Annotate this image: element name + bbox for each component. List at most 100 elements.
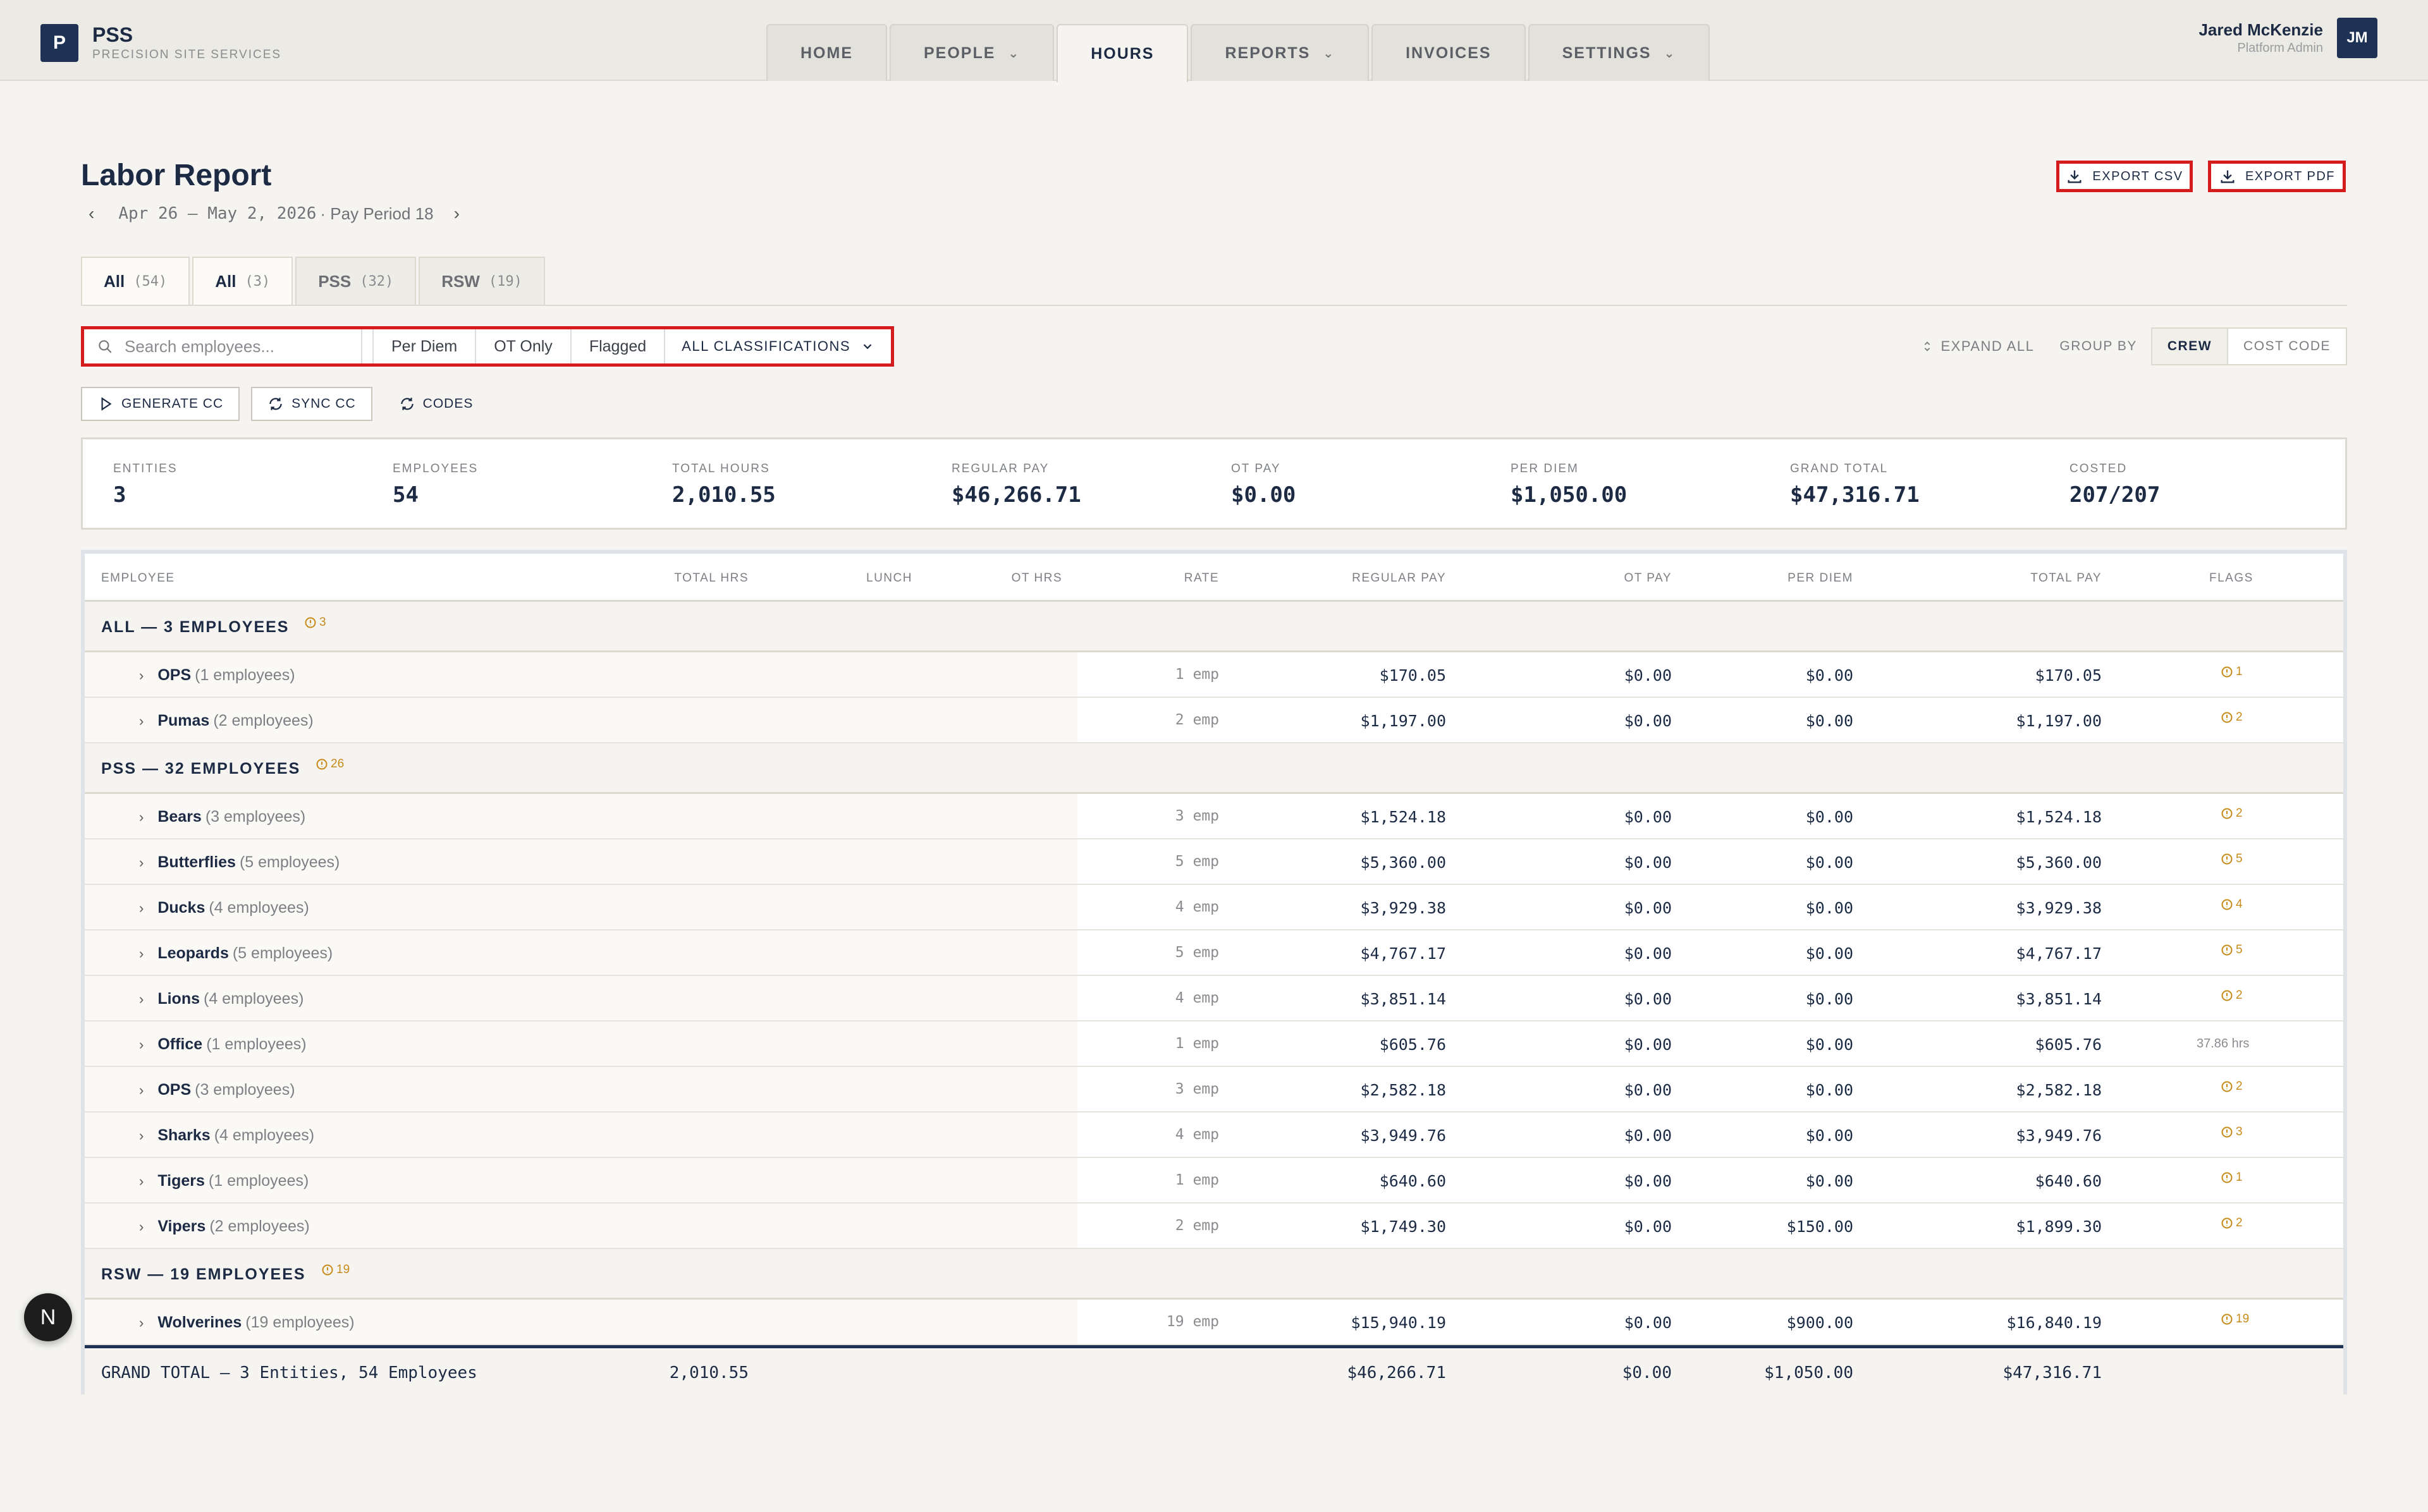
crew-row[interactable]: › Bears (3 employees) 3 emp $1,524.18 $0.00 $0… bbox=[85, 794, 2343, 839]
dev-badge[interactable]: N bbox=[24, 1293, 72, 1341]
chevron-right-icon[interactable]: › bbox=[139, 713, 144, 729]
crew-row[interactable]: › Pumas (2 employees) 2 emp $1,197.00 $0.00 $0… bbox=[85, 698, 2343, 743]
nav-tab-reports[interactable]: REPORTS ⌄ bbox=[1191, 24, 1370, 81]
column-header-ot-hrs[interactable]: OT HRS bbox=[1012, 571, 1062, 585]
entity-tab-all[interactable]: All (54) bbox=[81, 257, 190, 305]
group-row[interactable]: PSS — 32 EMPLOYEES 26 bbox=[85, 743, 2343, 794]
regular-pay-cell: $605.76 bbox=[1379, 1035, 1446, 1054]
entity-tab-rsw[interactable]: RSW (19) bbox=[419, 257, 545, 305]
prev-period-button[interactable]: ‹ bbox=[89, 204, 94, 224]
crew-row[interactable]: › Tigers (1 employees) 1 emp $640.60 $0.00 $0.… bbox=[85, 1158, 2343, 1204]
flag-badge[interactable]: 1 bbox=[2221, 1171, 2243, 1185]
crew-row[interactable]: › Leopards (5 employees) 5 emp $4,767.17 $0.0… bbox=[85, 930, 2343, 976]
column-header-rate[interactable]: RATE bbox=[1184, 571, 1219, 585]
group-by-crew[interactable]: CREW bbox=[2152, 329, 2229, 364]
search-input[interactable]: Search employees... bbox=[84, 329, 362, 363]
total-pay-cell: $3,929.38 bbox=[2016, 899, 2102, 917]
nav-tab-invoices[interactable]: INVOICES bbox=[1371, 24, 1526, 81]
export-pdf-button[interactable]: EXPORT PDF bbox=[2208, 161, 2346, 192]
crew-row[interactable]: › OPS (3 employees) 3 emp $2,582.18 $0.00 $0.0… bbox=[85, 1067, 2343, 1113]
expand-all-button[interactable]: EXPAND ALL bbox=[1920, 338, 2034, 355]
expand-icon bbox=[1925, 341, 1930, 351]
avatar[interactable]: JM bbox=[2337, 18, 2377, 58]
crew-row[interactable]: › Ducks (4 employees) 4 emp $3,929.38 $0.00 $0… bbox=[85, 885, 2343, 930]
chevron-right-icon[interactable]: › bbox=[139, 991, 144, 1008]
ot-only-filter[interactable]: OT Only bbox=[476, 329, 572, 363]
per-diem-cell: $0.00 bbox=[1805, 1126, 1853, 1145]
crew-row[interactable]: › Wolverines (19 employees) 19 emp $15,940.1… bbox=[85, 1300, 2343, 1345]
crew-row[interactable]: › OPS (1 employees) 1 emp $170.05 $0.00 $0.00 $… bbox=[85, 652, 2343, 698]
codes-button[interactable]: CODES bbox=[384, 387, 489, 421]
chevron-right-icon[interactable]: › bbox=[139, 946, 144, 962]
next-period-button[interactable]: › bbox=[454, 204, 460, 224]
classification-select[interactable]: ALL CLASSIFICATIONS bbox=[665, 329, 891, 363]
view-tools: EXPAND ALL GROUP BY CREW COST CODE bbox=[1920, 327, 2347, 365]
per-diem-cell: $0.00 bbox=[1805, 853, 1853, 872]
per-diem-filter[interactable]: Per Diem bbox=[372, 329, 477, 363]
column-header-regular-pay[interactable]: REGULAR PAY bbox=[1352, 571, 1446, 585]
flag-badge[interactable]: 2 bbox=[2221, 1080, 2243, 1094]
grand-total-pay: $47,316.71 bbox=[2002, 1363, 2102, 1382]
group-by-toggle: CREW COST CODE bbox=[2150, 327, 2347, 365]
nav-tab-people[interactable]: PEOPLE ⌄ bbox=[890, 24, 1055, 81]
brand[interactable]: P PSS PRECISION SITE SERVICES bbox=[40, 23, 281, 63]
crew-row[interactable]: › Vipers (2 employees) 2 emp $1,749.30 $0.00 $… bbox=[85, 1204, 2343, 1249]
chevron-right-icon[interactable]: › bbox=[139, 1128, 144, 1144]
entity-tab-pss[interactable]: PSS (32) bbox=[295, 257, 417, 305]
user-menu[interactable]: Jared McKenzie Platform Admin JM bbox=[2198, 18, 2377, 58]
ot-pay-cell: $0.00 bbox=[1624, 944, 1672, 963]
user-name: Jared McKenzie bbox=[2198, 20, 2323, 39]
rate-cell: 2 emp bbox=[1175, 712, 1219, 728]
chevron-right-icon[interactable]: › bbox=[139, 900, 144, 917]
chevron-right-icon[interactable]: › bbox=[139, 1315, 144, 1331]
chevron-right-icon[interactable]: › bbox=[139, 1037, 144, 1053]
chevron-right-icon[interactable]: › bbox=[139, 809, 144, 826]
refresh-icon bbox=[400, 398, 414, 410]
entity-tab-all[interactable]: All (3) bbox=[192, 257, 293, 305]
crew-row[interactable]: › Butterflies (5 employees) 5 emp $5,360.00 $… bbox=[85, 839, 2343, 885]
flagged-filter[interactable]: Flagged bbox=[572, 329, 666, 363]
group-row[interactable]: ALL — 3 EMPLOYEES 3 bbox=[85, 602, 2343, 652]
flag-badge[interactable]: 2 bbox=[2221, 807, 2243, 820]
crew-row[interactable]: › Office (1 employees) 1 emp $605.76 $0.00 $0.… bbox=[85, 1021, 2343, 1067]
chevron-right-icon[interactable]: › bbox=[139, 668, 144, 684]
column-header-total-hrs[interactable]: TOTAL HRS bbox=[674, 571, 749, 585]
crew-name: › OPS (3 employees) bbox=[139, 1081, 295, 1099]
nav-tab-home[interactable]: HOME bbox=[766, 24, 887, 81]
stat-per-diem: PER DIEM $1,050.00 bbox=[1511, 462, 1628, 508]
divider bbox=[81, 305, 2347, 306]
flag-badge[interactable]: 5 bbox=[2221, 852, 2243, 866]
flag-badge[interactable]: 2 bbox=[2221, 989, 2243, 1003]
sync-cc-button[interactable]: SYNC CC bbox=[251, 387, 372, 421]
column-header-employee[interactable]: EMPLOYEE bbox=[101, 571, 175, 585]
regular-pay-cell: $1,197.00 bbox=[1360, 712, 1446, 730]
flag-badge[interactable]: 4 bbox=[2221, 898, 2243, 911]
flag-badge[interactable]: 19 bbox=[2221, 1312, 2249, 1326]
column-header-total-pay[interactable]: TOTAL PAY bbox=[2030, 571, 2102, 585]
ot-pay-cell: $0.00 bbox=[1624, 899, 1672, 917]
column-header-flags[interactable]: FLAGS bbox=[2209, 571, 2253, 585]
column-header-per-diem[interactable]: PER DIEM bbox=[1787, 571, 1853, 585]
nav-tab-settings[interactable]: SETTINGS ⌄ bbox=[1528, 24, 1710, 81]
chevron-right-icon[interactable]: › bbox=[139, 1173, 144, 1190]
group-by-cost-code[interactable]: COST CODE bbox=[2228, 329, 2346, 364]
export-csv-button[interactable]: EXPORT CSV bbox=[2056, 161, 2193, 192]
flag-badge[interactable]: 3 bbox=[2221, 1125, 2243, 1139]
flag-badge[interactable]: 1 bbox=[2221, 665, 2243, 679]
chevron-right-icon[interactable]: › bbox=[139, 1219, 144, 1235]
generate-cc-button[interactable]: GENERATE CC bbox=[81, 387, 240, 421]
group-row[interactable]: RSW — 19 EMPLOYEES 19 bbox=[85, 1249, 2343, 1300]
flag-badge[interactable]: 5 bbox=[2221, 943, 2243, 957]
flag-badge[interactable]: 2 bbox=[2221, 710, 2243, 724]
chevron-right-icon[interactable]: › bbox=[139, 1082, 144, 1099]
total-pay-cell: $605.76 bbox=[2035, 1035, 2102, 1054]
crew-row[interactable]: › Sharks (4 employees) 4 emp $3,949.76 $0.00 $… bbox=[85, 1113, 2343, 1158]
nav-tab-hours[interactable]: HOURS bbox=[1057, 24, 1189, 82]
rate-cell: 3 emp bbox=[1175, 808, 1219, 824]
regular-pay-cell: $3,851.14 bbox=[1360, 990, 1446, 1008]
flag-badge[interactable]: 2 bbox=[2221, 1216, 2243, 1230]
column-header-lunch[interactable]: LUNCH bbox=[866, 571, 912, 585]
crew-row[interactable]: › Lions (4 employees) 4 emp $3,851.14 $0.00 $0… bbox=[85, 976, 2343, 1021]
chevron-right-icon[interactable]: › bbox=[139, 855, 144, 871]
column-header-ot-pay[interactable]: OT PAY bbox=[1624, 571, 1672, 585]
